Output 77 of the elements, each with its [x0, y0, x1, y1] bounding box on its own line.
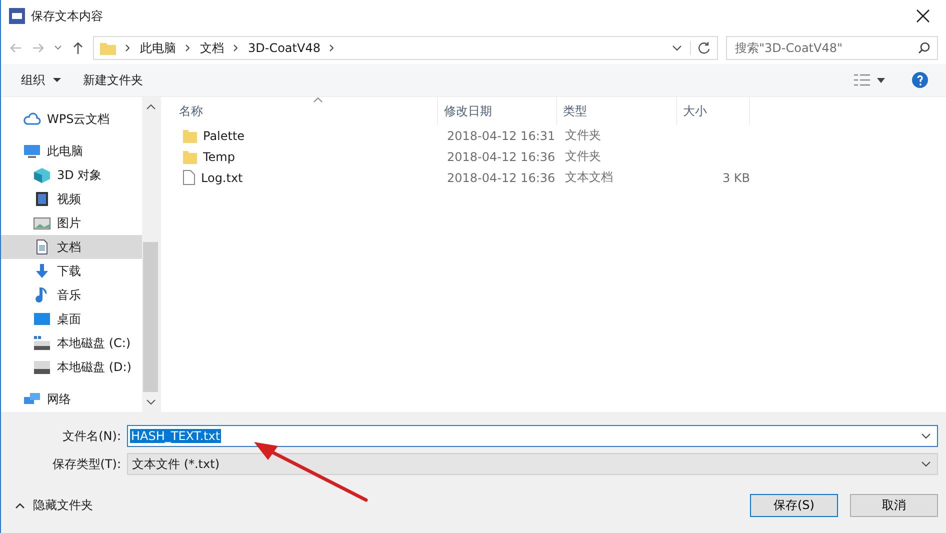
nav-icon	[33, 359, 51, 375]
table-cell: 文件夹	[565, 127, 601, 144]
address-bar[interactable]: 此电脑 文档 3D-CoatV48	[93, 36, 718, 60]
file-icon	[183, 170, 195, 185]
chevron-icon	[184, 43, 192, 53]
breadcrumb[interactable]: 文档	[200, 40, 224, 56]
nav-item[interactable]: 3D 对象	[1, 163, 142, 187]
table-cell: 2018-04-12 16:31	[447, 128, 556, 142]
breadcrumb[interactable]: 此电脑	[140, 40, 176, 56]
folder-icon	[100, 41, 116, 55]
nav-icon	[23, 143, 41, 159]
column-header[interactable]: 名称	[173, 97, 438, 125]
cancel-button[interactable]: 取消	[850, 494, 938, 517]
nav-icon	[23, 391, 41, 407]
file-name[interactable]: Log.txt	[201, 170, 243, 184]
nav-item[interactable]: WPS云文档	[1, 107, 142, 131]
table-cell: 3 KB	[722, 170, 750, 184]
chevron-icon	[232, 43, 240, 53]
nav-item[interactable]: 此电脑	[1, 139, 142, 163]
sort-icon	[313, 97, 323, 103]
table-cell: 文本文档	[565, 169, 613, 186]
caret-icon	[52, 77, 61, 84]
table-cell: 2018-04-12 16:36	[447, 170, 556, 184]
save-button[interactable]: 保存(S)	[750, 494, 838, 517]
refresh-icon[interactable]	[690, 41, 711, 55]
nav-item[interactable]: 视频	[1, 187, 142, 211]
dropdown-icon	[921, 459, 931, 469]
file-type-dropdown[interactable]: 文本文件 (*.txt)	[127, 453, 938, 475]
breadcrumb[interactable]: 3D-CoatV48	[248, 41, 320, 55]
chevron-icon	[124, 43, 132, 53]
help-icon[interactable]	[912, 72, 928, 88]
scroll-down-icon[interactable]	[146, 398, 156, 406]
nav-icon	[33, 215, 51, 231]
app-icon	[9, 8, 25, 24]
nav-item[interactable]: 本地磁盘 (D:)	[1, 355, 142, 379]
scroll-up-icon[interactable]	[146, 103, 156, 111]
nav-item[interactable]: 网络	[1, 387, 142, 411]
nav-item[interactable]: 本地磁盘 (C:)	[1, 331, 142, 355]
nav-item[interactable]: 文档	[1, 235, 142, 259]
collapse-icon[interactable]	[15, 502, 25, 510]
column-header[interactable]: 类型	[557, 97, 677, 125]
search-field[interactable]: 搜索"3D-CoatV48"	[726, 36, 938, 60]
nav-icon	[23, 111, 41, 127]
caret-icon[interactable]	[876, 76, 886, 84]
folder-icon	[183, 150, 197, 164]
view-icon[interactable]	[854, 74, 870, 86]
new-folder-button[interactable]: 新建文件夹	[74, 68, 151, 92]
nav-item[interactable]: 图片	[1, 211, 142, 235]
table-cell: 文件夹	[565, 148, 601, 165]
field-label: 文件名(N):	[62, 428, 122, 444]
nav-icon	[33, 263, 51, 279]
nav-item[interactable]: 音乐	[1, 283, 142, 307]
close-icon[interactable]	[916, 9, 930, 23]
folder-icon	[183, 128, 197, 142]
up-icon[interactable]	[71, 41, 85, 55]
nav-icon	[33, 191, 51, 207]
field-label: 保存类型(T):	[51, 456, 122, 472]
dropdown-icon[interactable]	[672, 43, 682, 53]
nav-icon	[33, 335, 51, 351]
organize-button[interactable]: 组织	[13, 68, 69, 92]
dropdown-icon[interactable]	[921, 431, 931, 441]
nav-icon	[33, 167, 51, 183]
window-title: 保存文本内容	[31, 8, 103, 24]
table-cell: 2018-04-12 16:36	[447, 150, 556, 164]
file-name[interactable]: Palette	[203, 128, 245, 142]
nav-item[interactable]: 下载	[1, 259, 142, 283]
column-header[interactable]: 大小	[677, 97, 750, 125]
scroll-thumb[interactable]	[143, 242, 158, 392]
search-icon	[918, 42, 930, 54]
chevron-icon	[328, 43, 336, 53]
hide-folders-link[interactable]: 隐藏文件夹	[33, 497, 93, 514]
scrollbar[interactable]	[142, 97, 159, 412]
column-header[interactable]: 修改日期	[438, 97, 557, 125]
nav-icon	[33, 311, 51, 327]
file-name[interactable]: Temp	[203, 150, 235, 164]
nav-item[interactable]: 桌面	[1, 307, 142, 331]
filename-field[interactable]: HASH_TEXT.txt	[127, 425, 938, 447]
